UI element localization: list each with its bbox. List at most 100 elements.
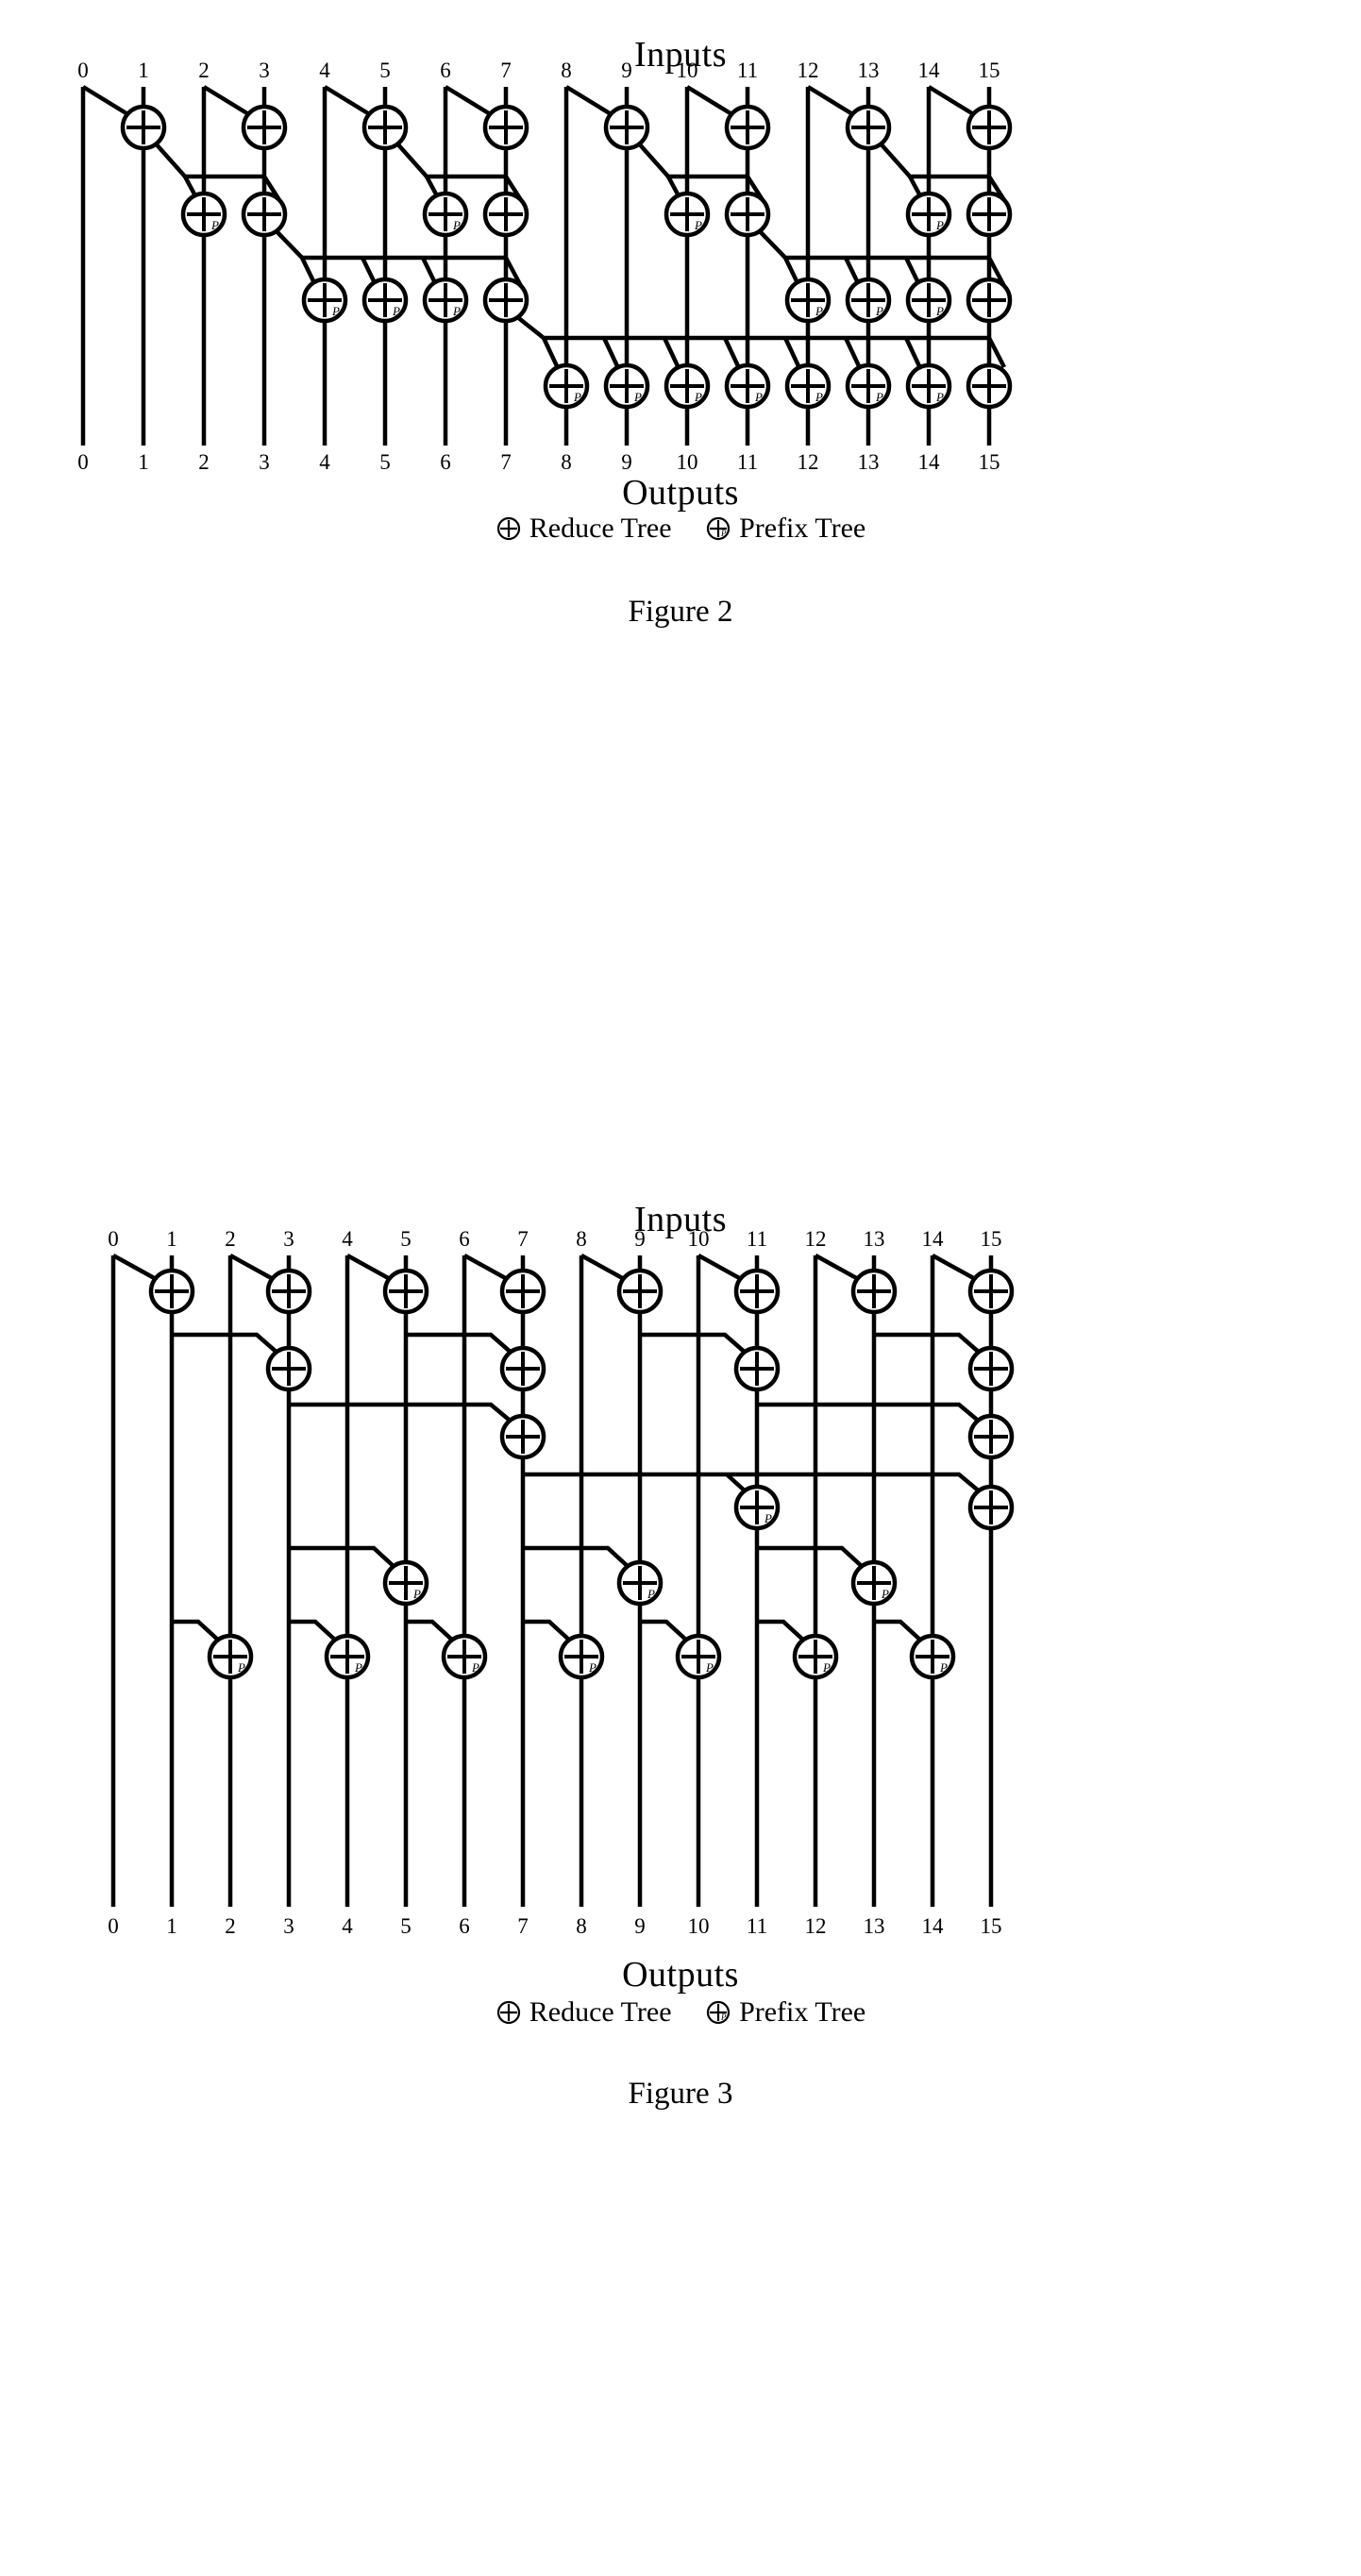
legend-item-prefix: P Prefix Tree <box>705 511 865 545</box>
output-label: 5 <box>400 1914 412 1938</box>
prefix-node: P <box>845 277 892 324</box>
reduce-node <box>148 1268 195 1315</box>
level3-nodes-fig2: P P P P P P <box>301 277 1013 324</box>
svg-text:P: P <box>331 304 340 318</box>
output-label: 6 <box>459 1914 470 1938</box>
input-label: 2 <box>198 59 210 82</box>
prefix-node: P <box>664 191 711 238</box>
output-label: 3 <box>259 450 270 474</box>
input-label: 10 <box>688 1227 710 1251</box>
reduce-node <box>724 104 771 151</box>
output-label: 0 <box>108 1914 119 1938</box>
output-label: 3 <box>283 1914 294 1938</box>
level5-nodes-fig3: P P P <box>382 1559 898 1607</box>
reduce-node <box>967 1345 1015 1392</box>
output-label: 15 <box>981 1914 1002 1938</box>
svg-text:P: P <box>815 390 823 404</box>
input-label: 13 <box>864 1227 885 1251</box>
input-label: 4 <box>342 1227 353 1251</box>
prefix-node: P <box>905 362 952 410</box>
prefix-node: P <box>603 362 650 410</box>
reduce-node <box>733 1345 781 1392</box>
prefix-node: P <box>784 362 832 410</box>
reduce-node <box>616 1268 664 1315</box>
output-label: 5 <box>379 450 391 474</box>
legend-item-reduce: Reduce Tree <box>496 1995 672 2029</box>
reduce-node <box>482 104 529 151</box>
figure-page: Inputs P P P P P P P P P P P P P P P P P… <box>0 0 1361 2576</box>
output-label: 4 <box>342 1914 353 1938</box>
output-label: 7 <box>517 1914 529 1938</box>
reduce-node <box>966 277 1013 324</box>
reduce-node <box>499 1345 546 1392</box>
reduce-node <box>733 1268 781 1315</box>
input-label: 14 <box>922 1227 945 1251</box>
level5-links-fig3 <box>289 1545 866 1571</box>
reduce-node <box>603 104 650 151</box>
svg-text:P: P <box>875 304 883 318</box>
output-label: 14 <box>918 450 941 474</box>
svg-text:P: P <box>720 2012 727 2022</box>
output-label: 10 <box>688 1914 710 1938</box>
svg-text:P: P <box>588 1660 596 1675</box>
reduce-node <box>724 191 771 238</box>
input-label: 12 <box>805 1227 827 1251</box>
reduce-node <box>265 1345 312 1392</box>
prefix-node: P <box>850 1559 898 1607</box>
prefix-node: P <box>543 362 590 410</box>
level2-nodes-fig2: P P P P <box>180 191 1013 238</box>
input-label: 11 <box>737 59 758 82</box>
reduce-node <box>967 1484 1015 1531</box>
svg-text:P: P <box>647 1587 655 1601</box>
level1-diagonals-fig3 <box>111 1254 979 1282</box>
input-label: 14 <box>918 59 941 82</box>
level2-buses-fig2 <box>152 140 1006 205</box>
reduce-node <box>845 104 892 151</box>
prefix-node: P <box>724 362 771 410</box>
reduce-node <box>499 1268 546 1315</box>
svg-text:P: P <box>822 1660 831 1675</box>
input-label: 8 <box>561 59 572 82</box>
level1-diagonals-fig2 <box>81 85 977 117</box>
prefix-tree-icon: P <box>705 515 731 542</box>
svg-text:P: P <box>633 390 642 404</box>
reduce-node <box>265 1268 312 1315</box>
output-label: 9 <box>621 450 632 474</box>
output-label: 12 <box>798 450 819 474</box>
output-label: 14 <box>922 1914 945 1938</box>
legend-label-prefix: Prefix Tree <box>739 513 866 545</box>
reduce-node <box>361 104 409 151</box>
prefix-node: P <box>382 1559 429 1607</box>
svg-text:P: P <box>754 390 763 404</box>
svg-text:P: P <box>935 218 944 232</box>
output-label: 10 <box>677 450 698 474</box>
prefix-node: P <box>361 277 409 324</box>
figure-2-input-labels: 0 1 2 3 4 5 6 7 8 9 10 11 12 13 14 15 <box>77 59 1000 82</box>
figure-3-svg: P P P P P P P P P P P 0 1 2 3 4 5 6 7 8 … <box>108 1227 1015 1938</box>
svg-text:P: P <box>452 218 461 232</box>
reduce-node <box>850 1268 898 1315</box>
svg-text:P: P <box>939 1660 948 1675</box>
figure-2-output-labels: 0 1 2 3 4 5 6 7 8 9 10 11 12 13 14 15 <box>77 450 1000 474</box>
output-label: 13 <box>858 450 880 474</box>
input-label: 1 <box>138 59 149 82</box>
svg-text:P: P <box>210 218 219 232</box>
reduce-node <box>482 277 529 324</box>
prefix-node: P <box>422 191 469 238</box>
legend-label-reduce: Reduce Tree <box>529 1996 672 2029</box>
reduce-tree-icon <box>496 1999 522 2026</box>
prefix-node: P <box>792 1633 839 1680</box>
figure-3-legend: Reduce Tree P Prefix Tree <box>0 1994 1361 2029</box>
svg-text:P: P <box>705 1660 714 1675</box>
output-label: 1 <box>166 1914 177 1938</box>
prefix-node: P <box>301 277 348 324</box>
input-label: 13 <box>858 59 880 82</box>
figure-2-block: Inputs P P P P P P P P P P P P P P P P P… <box>0 0 1361 1114</box>
output-label: 6 <box>440 450 451 474</box>
input-label: 12 <box>798 59 819 82</box>
svg-text:P: P <box>237 1660 245 1675</box>
input-label: 6 <box>440 59 451 82</box>
reduce-node <box>499 1413 546 1460</box>
output-label: 11 <box>737 450 758 474</box>
legend-label-prefix: Prefix Tree <box>739 1996 866 2029</box>
